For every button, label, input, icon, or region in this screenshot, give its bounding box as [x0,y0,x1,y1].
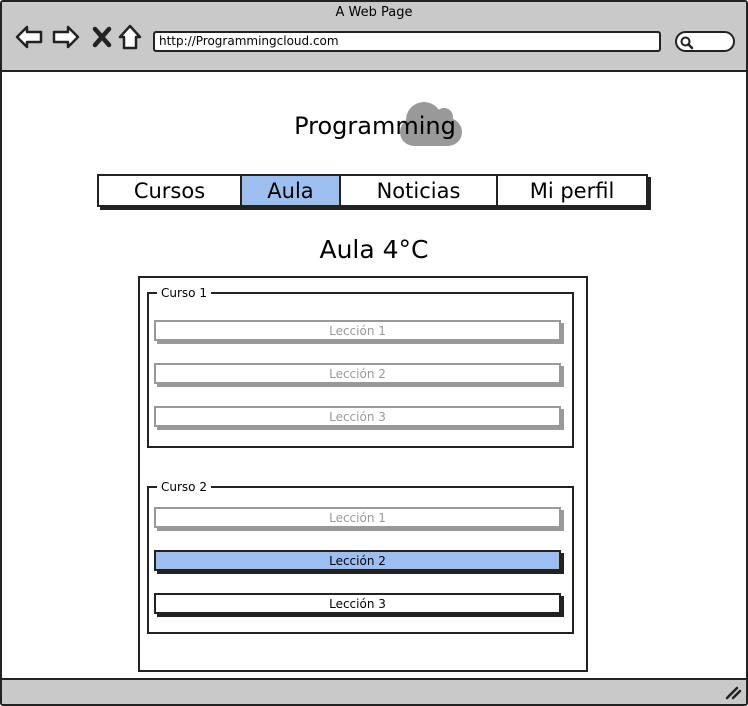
tab-mi-perfil[interactable]: Mi perfil [498,176,646,205]
course-1-lesson-2-button[interactable]: Lección 2 [154,363,561,384]
course-1-lesson-3-button[interactable]: Lección 3 [154,406,561,427]
address-bar[interactable]: http://Programmingcloud.com [153,31,661,52]
forward-arrow-icon[interactable] [51,22,81,52]
course-1-lesson-1-button[interactable]: Lección 1 [154,320,561,341]
tab-noticias[interactable]: Noticias [341,176,498,205]
page-title: Aula 4°C [319,235,429,264]
site-logo-text: Programming [294,112,456,140]
tab-cursos[interactable]: Cursos [99,176,242,205]
window-title: A Web Page [335,5,413,20]
back-arrow-icon[interactable] [14,22,44,52]
browser-status-bar [2,678,746,704]
stop-x-icon[interactable] [88,22,118,52]
course-2-label: Curso 2 [157,479,211,495]
browser-search-field[interactable] [675,31,735,52]
course-2-lesson-2-button[interactable]: Lección 2 [154,550,561,571]
resize-grip-icon[interactable] [724,684,742,700]
course-2-lesson-1-button[interactable]: Lección 1 [154,507,561,528]
course-2-lesson-3-button[interactable]: Lección 3 [154,593,561,614]
tab-aula[interactable]: Aula [242,176,341,205]
home-icon[interactable] [116,22,146,52]
search-icon [680,36,694,50]
course-1-label: Curso 1 [157,285,211,301]
main-nav-tabs: Cursos Aula Noticias Mi perfil [97,174,648,207]
